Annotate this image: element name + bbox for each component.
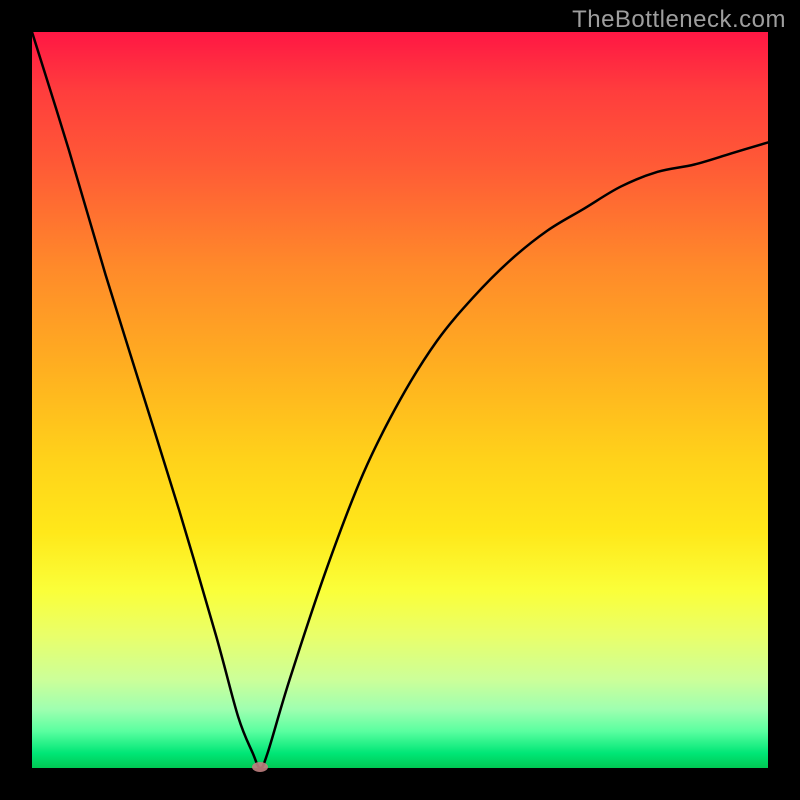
watermark-text: TheBottleneck.com xyxy=(572,6,786,34)
plot-area xyxy=(32,32,768,768)
chart-frame: TheBottleneck.com xyxy=(0,0,800,800)
minimum-point-marker xyxy=(252,762,268,772)
bottleneck-curve-path xyxy=(32,32,768,768)
bottleneck-curve-svg xyxy=(32,32,768,768)
